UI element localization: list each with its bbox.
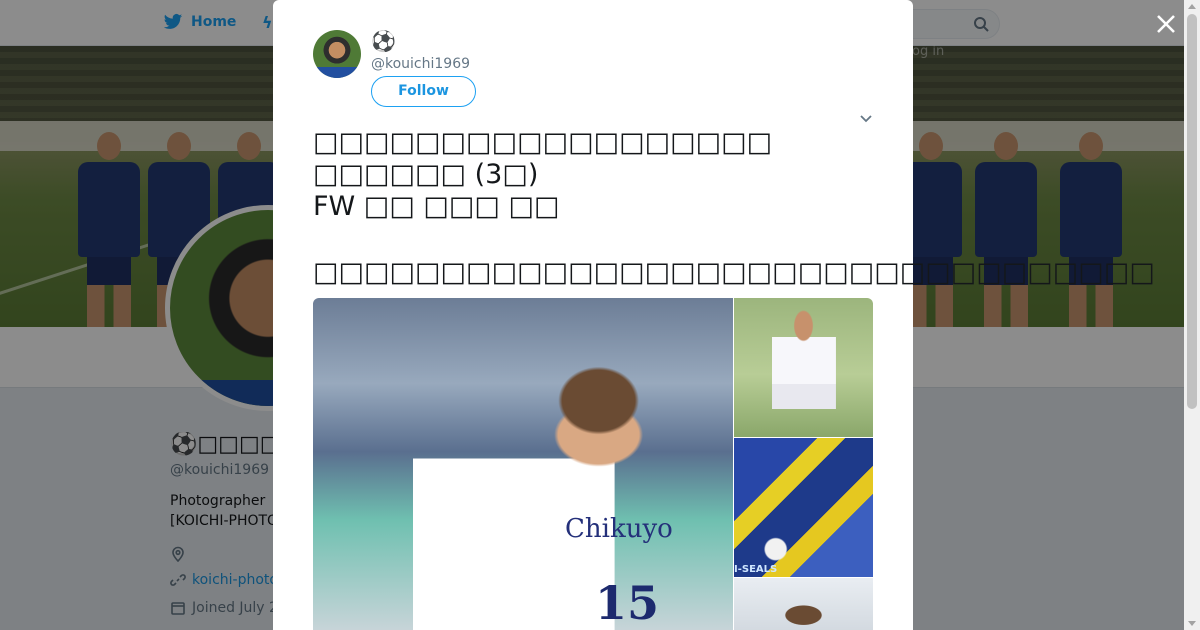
tweet-text-line: □□□□□□ (3□) [313,159,539,190]
close-modal-button[interactable] [1154,12,1178,36]
tweet-text-line: FW □□ □□□ □□ [313,191,560,222]
tweet-photo-main[interactable]: Chikuyo 15 [313,298,733,630]
tweet-text: □□□□□□□□□□□□□□□□□□ □□□□□□ (3□) FW □□ □□□… [313,127,772,223]
tweet-author-name[interactable]: ⚽ [371,30,396,52]
tweet-modal: ⚽ @kouichi1969 Follow □□□□□□□□□□□□□□□□□□… [273,0,913,630]
tweet-media-grid: Chikuyo 15 I-SEALS [313,298,873,630]
page-scrollbar[interactable] [1184,0,1200,630]
follow-button[interactable]: Follow [371,76,476,107]
tweet-text-line: □□□□□□□□□□□□□□□□□□ [313,127,773,158]
photo-watermark: I-SEALS [734,564,778,575]
tweet-photo-top-right[interactable] [734,298,873,437]
chevron-down-icon [860,115,872,123]
scroll-thumb[interactable] [1187,14,1197,409]
jersey-text: Chikuyo [565,514,673,544]
scroll-down-arrow-icon[interactable] [1188,621,1196,626]
tweet-text-overflow-line: □□□□□□□□□□□□□□□□□□□□□□□□□□□□□□□□□□□□□□□□… [313,257,1153,288]
scroll-up-arrow-icon[interactable] [1188,4,1196,9]
close-icon [1157,15,1175,33]
tweet-menu-button[interactable] [858,110,874,126]
tweet-author-handle[interactable]: @kouichi1969 [371,56,470,72]
tweet-photo-bottom-right[interactable] [734,578,873,630]
tweet-author-avatar[interactable] [313,30,361,78]
jersey-number: 15 [595,576,660,630]
tweet-photo-middle-right[interactable]: I-SEALS [734,438,873,577]
